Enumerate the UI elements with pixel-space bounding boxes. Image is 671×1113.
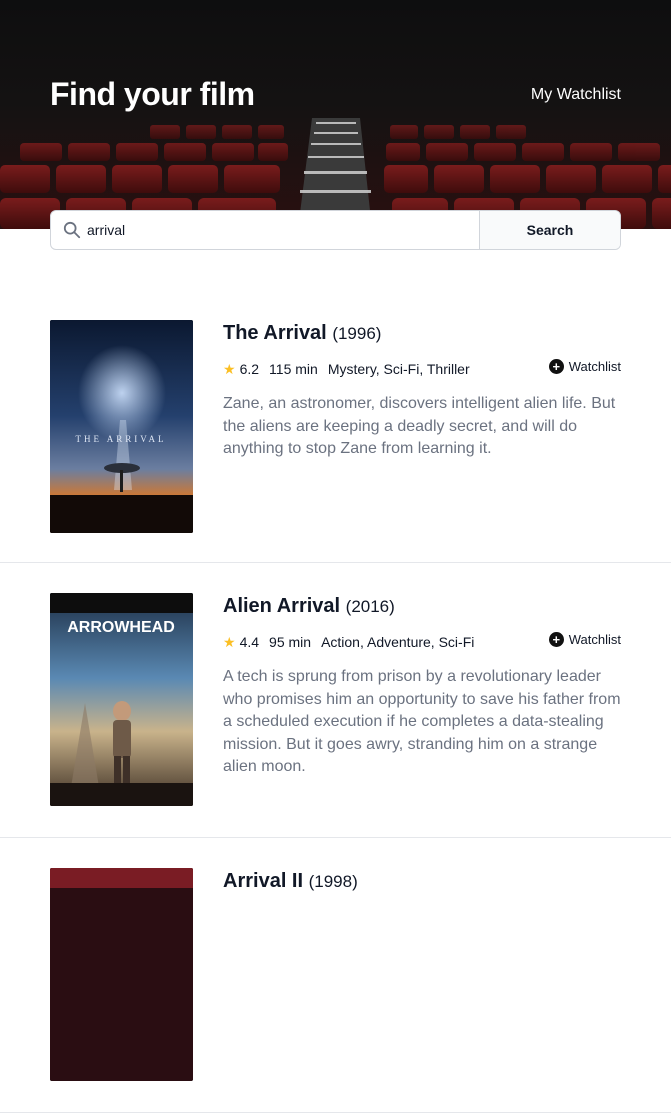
film-title-heading: Alien Arrival (2016) [223,593,621,620]
search-input[interactable] [51,211,479,249]
film-poster [50,868,193,1081]
film-year: (2016) [345,597,395,616]
film-card: ARROWHEAD Alien Arrival (2016) ★ 4.4 95 … [0,563,671,838]
film-runtime: 115 min [269,361,318,377]
film-plot: A tech is sprung from prison by a revolu… [223,668,621,775]
plus-circle-icon: + [548,632,564,647]
film-card: THE ARRIVAL The Arrival (1996) ★ 6.2 115… [0,290,671,563]
results-list: THE ARRIVAL The Arrival (1996) ★ 6.2 115… [0,290,671,1113]
poster-title-text: THE ARRIVAL [75,434,166,444]
film-title: Alien Arrival [223,595,341,617]
film-plot: Zane, an astronomer, discovers intellige… [223,395,616,457]
theater-seats-backdrop [0,0,671,229]
search-field [51,211,479,249]
film-rating: 6.2 [239,361,260,377]
film-title-heading: Arrival II (1998) [223,868,621,895]
film-runtime: 95 min [269,634,312,650]
poster-title-text: ARROWHEAD [67,619,175,636]
film-meta: ★ 4.4 95 min Action, Adventure, Sci-Fi +… [223,632,621,652]
film-year: (1996) [332,324,382,343]
add-to-watchlist-button[interactable]: + Watchlist [548,359,621,374]
film-title: Arrival II [223,870,304,892]
film-genres: Action, Adventure, Sci-Fi [321,634,475,650]
film-details: Alien Arrival (2016) ★ 4.4 95 min Action… [223,593,621,795]
add-to-watchlist-button[interactable]: + Watchlist [548,632,621,647]
plus-circle-icon: + [548,359,564,374]
star-icon: ★ [223,633,236,650]
page-title: Find your film [50,76,255,112]
search-button[interactable]: Search [479,211,620,249]
film-genres: Mystery, Sci-Fi, Thriller [327,361,470,377]
my-watchlist-link[interactable]: My Watchlist [531,86,621,104]
watchlist-button-label: Watchlist [568,359,621,374]
film-card: Arrival II (1998) [0,838,671,1113]
search-icon [63,221,81,239]
film-year: (1998) [308,872,358,891]
film-poster: ARROWHEAD [50,593,193,806]
search-form: Search [50,210,621,250]
watchlist-button-label: Watchlist [568,632,621,647]
film-title: The Arrival [223,322,327,344]
hero-header: Find your film My Watchlist [0,0,671,229]
film-title-heading: The Arrival (1996) [223,320,621,347]
film-poster: THE ARRIVAL [50,320,193,533]
film-details: The Arrival (1996) ★ 6.2 115 min Mystery… [223,320,621,477]
film-meta: ★ 6.2 115 min Mystery, Sci-Fi, Thriller … [223,359,621,379]
film-details: Arrival II (1998) [223,868,621,895]
star-icon: ★ [223,360,236,377]
film-rating: 4.4 [239,634,260,650]
